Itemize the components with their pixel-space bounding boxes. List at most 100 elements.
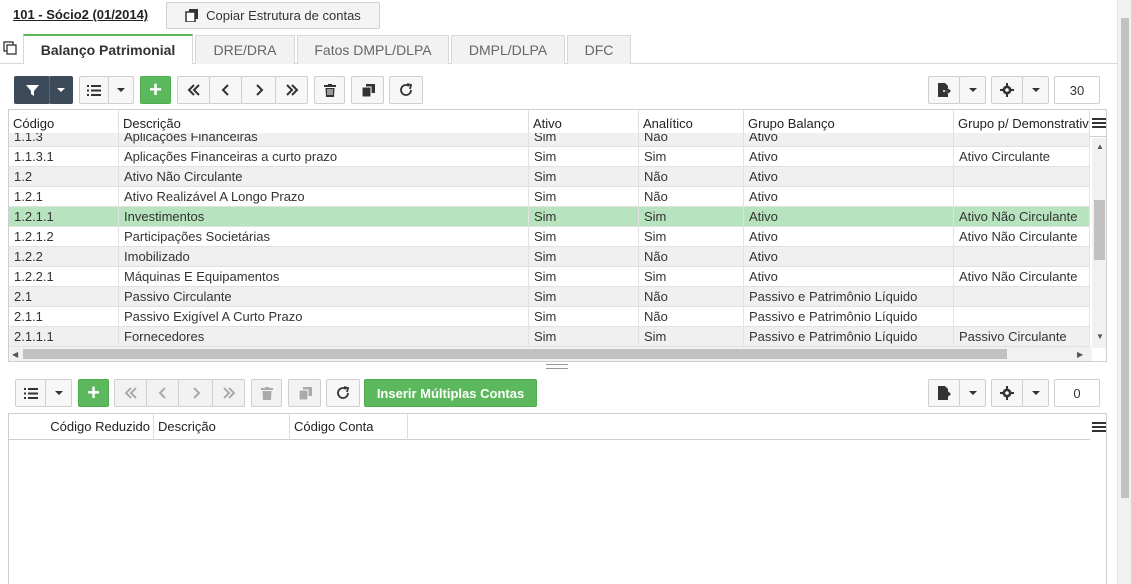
header: 101 - Sócio2 (01/2014) Copiar Estrutura … — [0, 0, 1117, 32]
tab-fatos-dmpl-dlpa[interactable]: Fatos DMPL/DLPA — [297, 35, 449, 64]
accounts-grid: Código Descrição Ativo Analítico Grupo B… — [8, 109, 1107, 362]
next-page-button[interactable] — [241, 76, 276, 104]
page-size-field-bottom[interactable]: 0 — [1054, 379, 1100, 407]
copy-button[interactable] — [351, 76, 384, 104]
cell-analitico: Não — [639, 287, 744, 307]
insert-multiple-accounts-button[interactable]: Inserir Múltiplas Contas — [364, 379, 537, 407]
cell-analitico: Não — [639, 247, 744, 267]
chevron-down-icon — [54, 391, 63, 395]
first-page-icon — [187, 84, 200, 96]
table-row[interactable]: 1.2 Ativo Não Circulante Sim Não Ativo — [9, 167, 1090, 187]
splitter-handle[interactable] — [546, 364, 568, 372]
grid-vertical-scrollbar[interactable]: ▲ ▼ — [1092, 138, 1106, 348]
refresh-button-bottom[interactable] — [326, 379, 360, 407]
prev-page-button-bottom[interactable] — [146, 379, 179, 407]
delete-button-bottom[interactable] — [251, 379, 282, 407]
cell-codigo: 1.2.1 — [9, 187, 119, 207]
col-descricao-bottom[interactable]: Descrição — [154, 414, 290, 440]
list-view-dropdown[interactable] — [108, 76, 134, 104]
settings-dropdown[interactable] — [1022, 76, 1049, 104]
tab-dmpl-dlpa[interactable]: DMPL/DLPA — [451, 35, 565, 64]
copy-button-bottom[interactable] — [288, 379, 321, 407]
first-page-button-bottom[interactable] — [114, 379, 147, 407]
scroll-down-icon[interactable]: ▼ — [1096, 332, 1104, 342]
settings-button-bottom[interactable] — [991, 379, 1023, 407]
cell-descricao: Participações Societárias — [119, 227, 529, 247]
refresh-button[interactable] — [389, 76, 423, 104]
copy-structure-button[interactable]: Copiar Estrutura de contas — [166, 2, 380, 29]
cell-grupo: Passivo e Patrimônio Líquido — [744, 307, 954, 327]
add-button[interactable]: + — [140, 76, 171, 104]
cell-descricao: Aplicações Financeiras a curto prazo — [119, 147, 529, 167]
cell-codigo: 1.2.2.1 — [9, 267, 119, 287]
col-codigo-conta[interactable]: Código Conta — [290, 414, 408, 440]
scroll-up-icon[interactable]: ▲ — [1096, 142, 1104, 152]
tab-dfc[interactable]: DFC — [567, 35, 631, 64]
export-button-bottom[interactable] — [928, 379, 960, 407]
table-row[interactable]: 2.1.1.1 Fornecedores Sim Sim Passivo e Patri… — [9, 327, 1090, 347]
page-scrollbar[interactable] — [1117, 0, 1131, 584]
list-view-button-bottom[interactable] — [15, 379, 46, 407]
table-row[interactable]: 1.1.3 Aplicações Financeiras Sim Não Ativo — [9, 133, 1090, 147]
list-view-button[interactable] — [79, 76, 109, 104]
cell-analitico: Sim — [639, 227, 744, 247]
grid-horizontal-scrollbar[interactable]: ◀ ▶ — [9, 347, 1092, 361]
column-menu-icon[interactable] — [1092, 118, 1106, 130]
export-dropdown-bottom[interactable] — [959, 379, 986, 407]
table-row[interactable]: 1.1.3.1 Aplicações Financeiras a curto pr… — [9, 147, 1090, 167]
delete-button[interactable] — [314, 76, 345, 104]
page-size-field[interactable]: 30 — [1054, 76, 1100, 104]
column-menu-icon[interactable] — [1092, 422, 1106, 434]
export-dropdown[interactable] — [959, 76, 986, 104]
last-page-icon — [222, 387, 235, 399]
scroll-left-icon[interactable]: ◀ — [12, 350, 18, 360]
trash-icon — [323, 83, 336, 97]
table-row[interactable]: 1.2.2.1 Máquinas E Equipamentos Sim Sim Ativ… — [9, 267, 1090, 287]
cell-codigo: 1.2.1.1 — [9, 207, 119, 227]
cell-codigo: 2.1.1.1 — [9, 327, 119, 347]
cell-descricao: Aplicações Financeiras — [119, 133, 529, 147]
prev-page-icon — [158, 387, 166, 399]
cell-analitico: Sim — [639, 147, 744, 167]
cell-demo: Ativo Circulante — [954, 147, 1090, 167]
company-link[interactable]: 101 - Sócio2 (01/2014) — [13, 7, 148, 22]
chevron-down-icon — [1031, 391, 1040, 395]
table-row[interactable]: 2.1.1 Passivo Exigível A Curto Prazo Sim Nã… — [9, 307, 1090, 327]
cell-codigo: 1.2.1.2 — [9, 227, 119, 247]
first-page-button[interactable] — [177, 76, 210, 104]
window-icon[interactable] — [3, 41, 17, 55]
add-button-bottom[interactable]: + — [78, 379, 109, 407]
settings-button[interactable] — [991, 76, 1023, 104]
next-page-button-bottom[interactable] — [178, 379, 213, 407]
table-row[interactable]: 1.2.1.1 Investimentos Sim Sim Ativo Ativo Não… — [9, 207, 1090, 227]
table-row[interactable]: 1.2.1 Ativo Realizável A Longo Prazo Sim Nã… — [9, 187, 1090, 207]
cell-ativo: Sim — [529, 167, 639, 187]
table-row[interactable]: 2.1 Passivo Circulante Sim Não Passivo e Pat… — [9, 287, 1090, 307]
filter-button[interactable] — [14, 76, 50, 104]
scroll-right-icon[interactable]: ▶ — [1077, 350, 1083, 360]
reduced-accounts-grid: Código Reduzido Descrição Código Conta — [8, 413, 1107, 584]
export-icon — [937, 386, 951, 400]
cell-grupo: Ativo — [744, 147, 954, 167]
tab-balanco-patrimonial[interactable]: Balanço Patrimonial — [23, 34, 193, 64]
col-codigo-reduzido[interactable]: Código Reduzido — [9, 414, 154, 440]
list-view-dropdown-bottom[interactable] — [45, 379, 72, 407]
cell-descricao: Passivo Circulante — [119, 287, 529, 307]
table-row[interactable]: 1.2.1.2 Participações Societárias Sim Sim At… — [9, 227, 1090, 247]
cell-codigo: 2.1 — [9, 287, 119, 307]
filter-icon — [25, 84, 39, 96]
filter-dropdown[interactable] — [49, 76, 73, 104]
cell-ativo: Sim — [529, 247, 639, 267]
cell-codigo: 1.2 — [9, 167, 119, 187]
tab-bar: Balanço Patrimonial DRE/DRA Fatos DMPL/D… — [0, 33, 1117, 64]
table-row[interactable]: 1.2.2 Imobilizado Sim Não Ativo — [9, 247, 1090, 267]
prev-page-button[interactable] — [209, 76, 242, 104]
tab-dre-dra[interactable]: DRE/DRA — [195, 35, 295, 64]
last-page-button-bottom[interactable] — [212, 379, 245, 407]
settings-dropdown-bottom[interactable] — [1022, 379, 1049, 407]
last-page-button[interactable] — [275, 76, 308, 104]
next-page-icon — [192, 387, 200, 399]
cell-descricao: Imobilizado — [119, 247, 529, 267]
bottom-toolbar: + Inserir Múltiplas Contas 0 — [0, 379, 1117, 411]
export-button[interactable] — [928, 76, 960, 104]
